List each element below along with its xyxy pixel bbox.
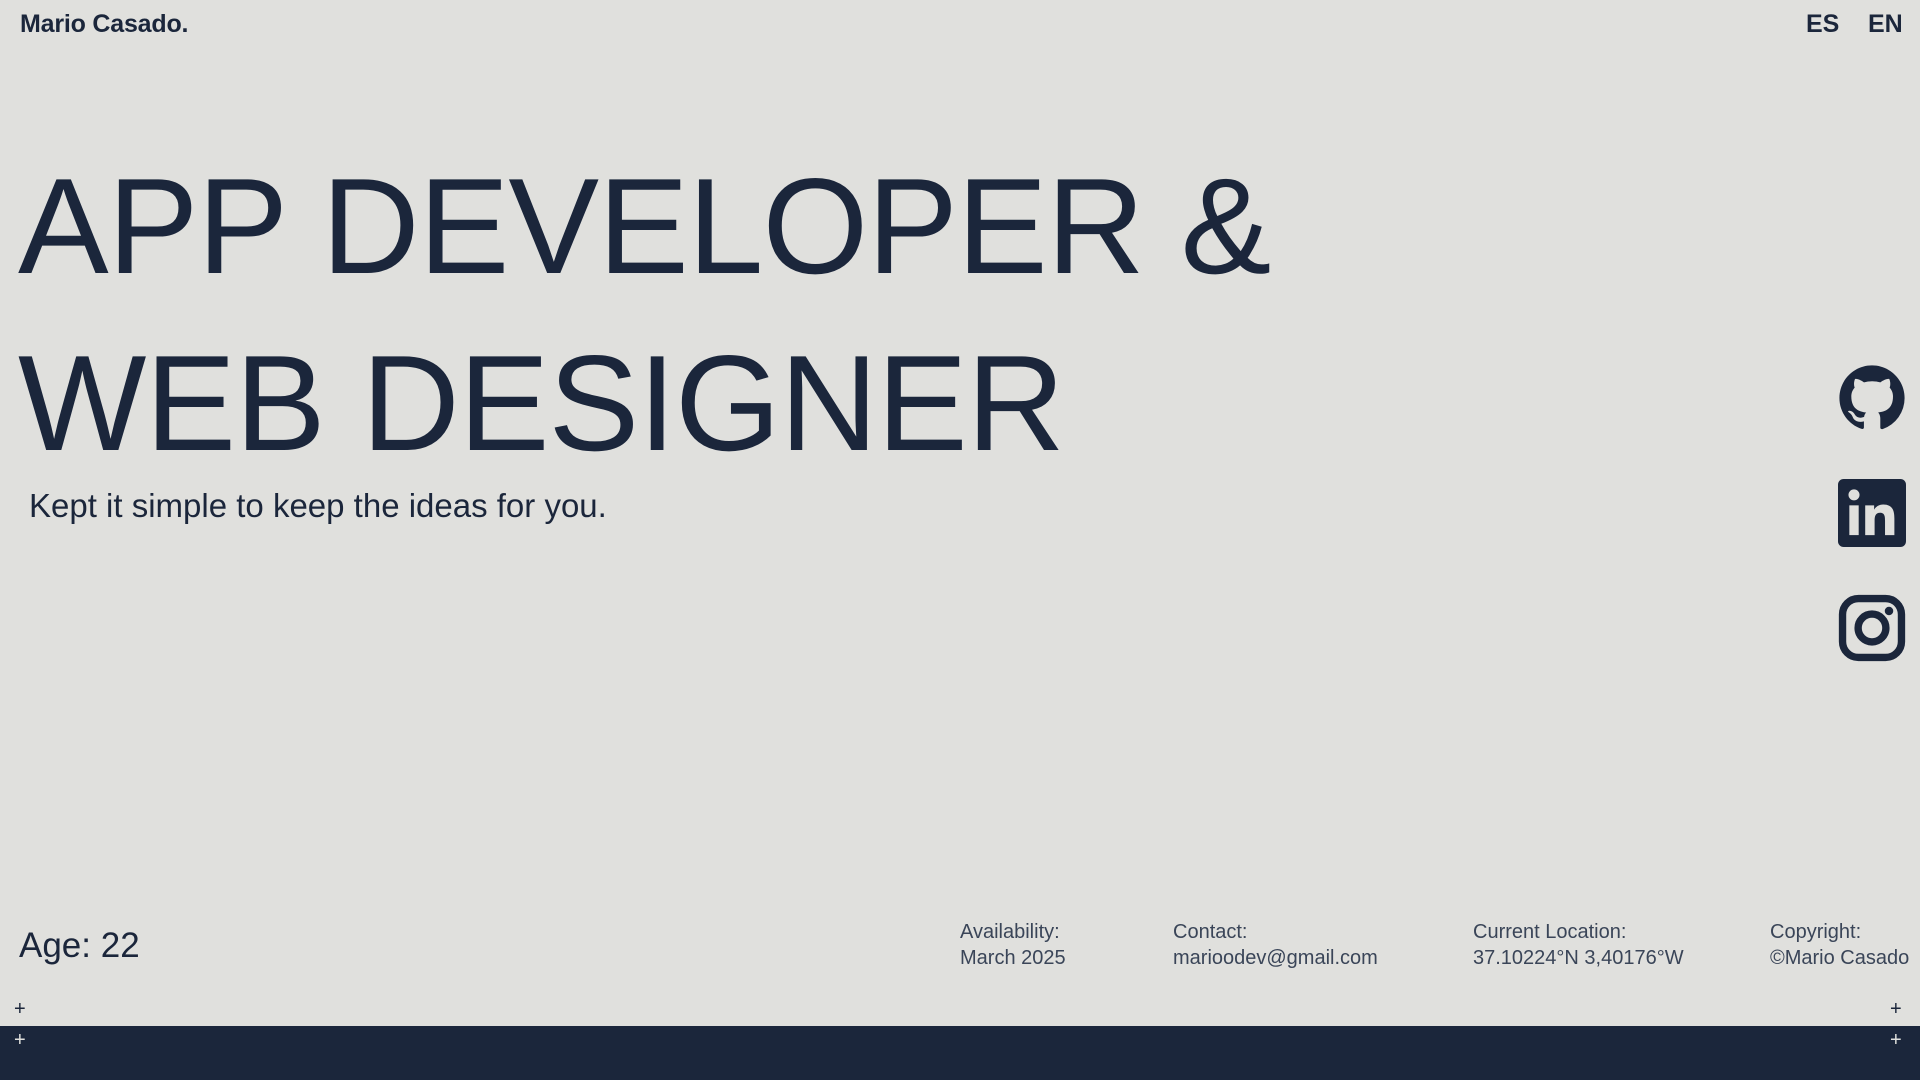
plus-marker-top-left: + (14, 998, 26, 1020)
hero-title-line-2: WEB DESIGNER (18, 327, 1065, 479)
linkedin-icon (1838, 479, 1906, 547)
availability-label: Availability: (960, 921, 1060, 943)
location-label: Current Location: (1473, 921, 1627, 943)
github-icon (1839, 365, 1905, 430)
contact-info: Contact: marioodev@gmail.com (1173, 919, 1378, 971)
location-info: Current Location: 37.10224°N 3,40176°W (1473, 919, 1684, 971)
contact-email-link[interactable]: marioodev@gmail.com (1173, 945, 1378, 971)
availability-info: Availability: March 2025 (960, 919, 1066, 971)
instagram-link[interactable] (1838, 594, 1906, 662)
plus-marker-bottom-right: + (1890, 1029, 1902, 1051)
plus-marker-bottom-left: + (14, 1029, 26, 1051)
contact-label: Contact: (1173, 921, 1248, 943)
brand-name[interactable]: Mario Casado. (20, 10, 188, 39)
age-label: Age: 22 (19, 926, 140, 965)
plus-marker-top-right: + (1890, 998, 1902, 1020)
language-en-button[interactable]: EN (1868, 10, 1903, 39)
copyright-label: Copyright: (1770, 921, 1862, 943)
hero-title-line-1: APP DEVELOPER & (18, 150, 1271, 302)
language-es-button[interactable]: ES (1806, 10, 1839, 39)
github-link[interactable] (1838, 364, 1906, 432)
copyright-info: Copyright: ©Mario Casado (1770, 919, 1909, 971)
availability-value: March 2025 (960, 947, 1066, 969)
copyright-value: ©Mario Casado (1770, 947, 1910, 969)
hero-tagline: Kept it simple to keep the ideas for you… (29, 487, 607, 524)
footer-bar: + + (0, 1026, 1920, 1080)
location-value: 37.10224°N 3,40176°W (1473, 947, 1684, 969)
instagram-icon (1838, 594, 1906, 662)
linkedin-link[interactable] (1838, 479, 1906, 547)
